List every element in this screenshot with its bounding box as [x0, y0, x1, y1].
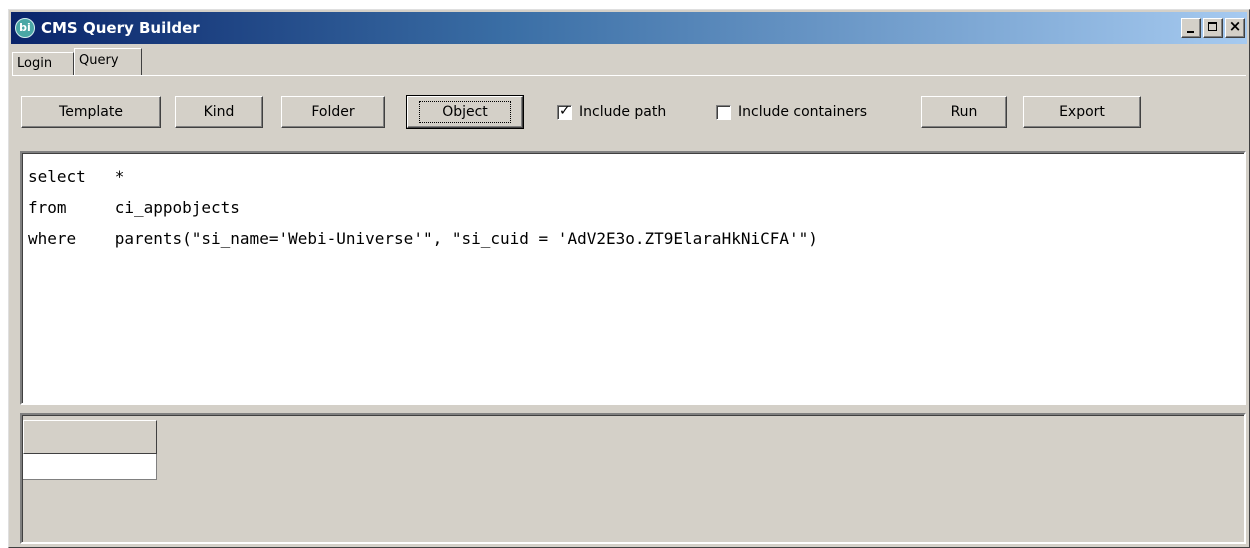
include-containers-label: Include containers	[738, 104, 868, 120]
grid-column-header[interactable]	[23, 420, 157, 454]
title-bar[interactable]: bi CMS Query Builder ×	[11, 12, 1247, 44]
app-window: bi CMS Query Builder × Login Query Templ…	[8, 9, 1250, 548]
run-button[interactable]: Run	[921, 96, 1007, 128]
grid-cell[interactable]	[23, 454, 157, 480]
close-icon: ×	[1228, 17, 1242, 35]
object-button-label: Object	[419, 101, 511, 123]
results-grid[interactable]	[20, 413, 1246, 544]
folder-button[interactable]: Folder	[281, 96, 385, 128]
include-path-box[interactable]: ✓	[557, 103, 572, 120]
maximize-icon	[1208, 22, 1217, 31]
include-containers-box[interactable]	[716, 105, 731, 120]
tab-query[interactable]: Query	[74, 48, 142, 76]
close-button[interactable]: ×	[1225, 17, 1245, 38]
minimize-button[interactable]	[1181, 18, 1201, 38]
object-button[interactable]: Object	[406, 95, 524, 129]
include-path-label: Include path	[579, 104, 667, 120]
template-button[interactable]: Template	[21, 96, 161, 128]
kind-button[interactable]: Kind	[175, 96, 263, 128]
window-title: CMS Query Builder	[41, 19, 200, 37]
checkmark-icon: ✓	[559, 103, 571, 119]
tab-panel-border	[12, 75, 1246, 76]
tab-login[interactable]: Login	[12, 52, 74, 75]
export-button[interactable]: Export	[1023, 96, 1141, 128]
app-logo-icon: bi	[15, 18, 35, 38]
include-containers-checkbox[interactable]: Include containers	[716, 104, 916, 122]
include-path-checkbox[interactable]: ✓ Include path	[557, 103, 717, 122]
maximize-button[interactable]	[1203, 18, 1223, 38]
minimize-icon	[1187, 31, 1194, 33]
query-editor[interactable]: select * from ci_appobjects where parent…	[20, 151, 1246, 405]
